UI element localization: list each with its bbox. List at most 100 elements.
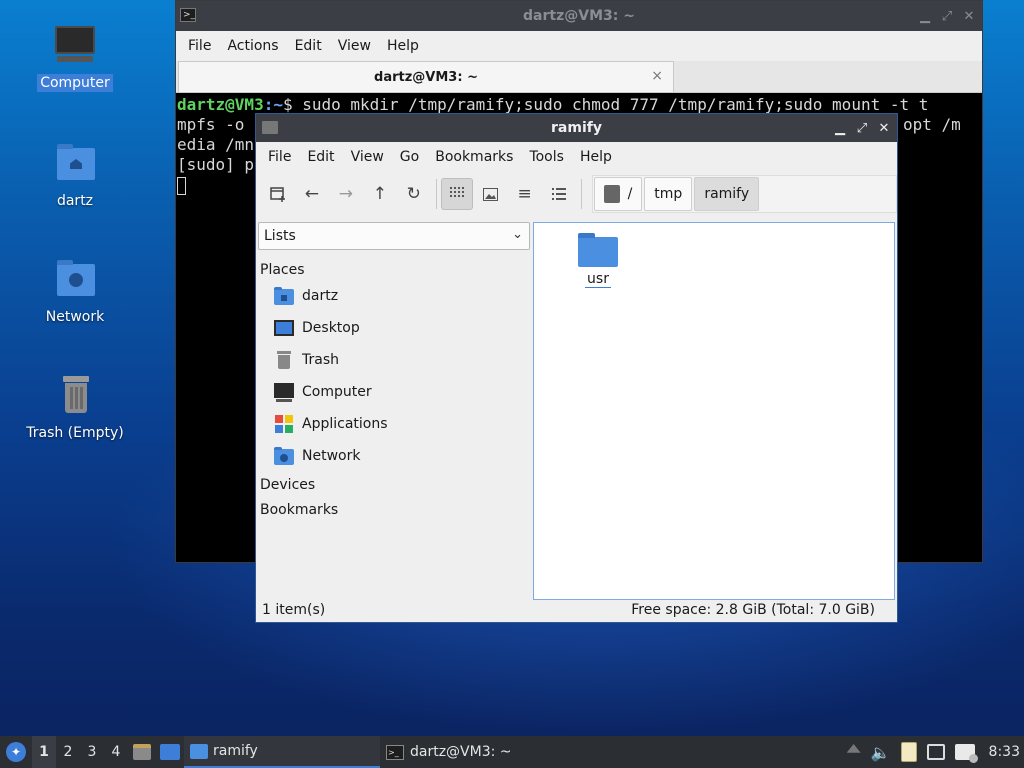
fm-titlebar[interactable]: ramify ▁ ⤢ ✕ bbox=[256, 114, 897, 142]
up-arrow-icon[interactable]: ↑ bbox=[364, 178, 396, 210]
icon-view-icon[interactable] bbox=[440, 178, 473, 210]
keyboard-icon[interactable] bbox=[926, 744, 945, 760]
minimize-button[interactable]: ▁ bbox=[918, 9, 932, 24]
desktop-icon-network[interactable]: Network bbox=[20, 256, 130, 326]
start-menu-button[interactable]: ✦ bbox=[0, 736, 32, 768]
computer-icon bbox=[51, 22, 99, 70]
sidebar-item-dartz[interactable]: dartz bbox=[258, 280, 530, 312]
menu-go[interactable]: Go bbox=[392, 149, 427, 165]
forward-arrow-icon[interactable]: → bbox=[330, 178, 362, 210]
workspace-1[interactable]: 1 bbox=[32, 736, 56, 768]
file-manager-icon bbox=[133, 744, 151, 760]
menu-edit[interactable]: Edit bbox=[287, 38, 330, 54]
clock[interactable]: 8:33 bbox=[989, 744, 1020, 760]
close-button[interactable]: ✕ bbox=[877, 121, 891, 136]
sidebar-item-trash[interactable]: Trash bbox=[258, 344, 530, 376]
network-folder-icon bbox=[51, 256, 99, 304]
path-crumb-tmp[interactable]: tmp bbox=[644, 177, 693, 211]
taskbar-task-terminal[interactable]: >_ dartz@VM3: ~ bbox=[380, 736, 576, 768]
chevron-down-icon: ⌄ bbox=[512, 227, 523, 242]
workspace-2[interactable]: 2 bbox=[56, 736, 80, 768]
sidebar-item-applications[interactable]: Applications bbox=[258, 408, 530, 440]
fm-sidebar: Lists ⌄ Places dartz Desktop Trash Compu… bbox=[258, 222, 530, 600]
desktop-icon-computer[interactable]: Computer bbox=[20, 22, 130, 92]
desktop-icon-label: dartz bbox=[56, 193, 94, 209]
sidebar-item-computer[interactable]: Computer bbox=[258, 376, 530, 408]
bookmarks-heading[interactable]: Bookmarks bbox=[258, 499, 530, 522]
folder-icon bbox=[578, 231, 618, 267]
maximize-button[interactable]: ⤢ bbox=[855, 121, 869, 136]
fm-statusbar: 1 item(s) Free space: 2.8 GiB (Total: 7.… bbox=[256, 598, 897, 622]
quicklaunch-file-manager[interactable] bbox=[128, 736, 156, 768]
menu-help[interactable]: Help bbox=[379, 38, 427, 54]
clipboard-icon[interactable] bbox=[900, 742, 917, 762]
menu-bookmarks[interactable]: Bookmarks bbox=[427, 149, 521, 165]
terminal-titlebar[interactable]: >_ dartz@VM3: ~ ▁ ⤢ ✕ bbox=[176, 1, 982, 31]
taskbar-task-ramify[interactable]: ramify bbox=[184, 736, 380, 768]
menu-view[interactable]: View bbox=[330, 38, 379, 54]
fm-menubar: File Edit View Go Bookmarks Tools Help bbox=[256, 142, 897, 172]
desktop-icon-home[interactable]: dartz bbox=[20, 140, 130, 210]
terminal-tabbar: dartz@VM3: ~ × bbox=[176, 61, 982, 93]
menu-help[interactable]: Help bbox=[572, 149, 620, 165]
computer-icon bbox=[274, 382, 294, 402]
status-item-count: 1 item(s) bbox=[262, 602, 326, 618]
menu-edit[interactable]: Edit bbox=[299, 149, 342, 165]
close-button[interactable]: ✕ bbox=[962, 9, 976, 24]
menu-view[interactable]: View bbox=[343, 149, 392, 165]
terminal-tab[interactable]: dartz@VM3: ~ × bbox=[178, 61, 674, 92]
path-crumb-root[interactable]: / bbox=[593, 177, 643, 211]
thumbnail-view-icon[interactable] bbox=[475, 178, 507, 210]
fm-toolbar: ← → ↑ ↻ ≡ / tmp ramify bbox=[256, 172, 898, 216]
menu-file[interactable]: File bbox=[180, 38, 219, 54]
file-manager-window[interactable]: ramify ▁ ⤢ ✕ File Edit View Go Bookmarks… bbox=[255, 113, 898, 623]
terminal-cursor bbox=[177, 176, 186, 195]
lxqt-logo-icon: ✦ bbox=[6, 742, 26, 762]
tab-close-icon[interactable]: × bbox=[651, 68, 663, 84]
desktop-icon bbox=[274, 318, 294, 338]
menu-tools[interactable]: Tools bbox=[521, 149, 572, 165]
status-free-space: Free space: 2.8 GiB (Total: 7.0 GiB) bbox=[631, 602, 875, 618]
maximize-button[interactable]: ⤢ bbox=[940, 9, 954, 24]
places-heading: Places bbox=[260, 262, 305, 278]
eject-icon[interactable] bbox=[846, 744, 861, 753]
toolbar-separator bbox=[435, 179, 437, 209]
terminal-tab-label: dartz@VM3: ~ bbox=[374, 69, 478, 85]
taskbar: ✦ 1 2 3 4 ramify >_ dartz@VM3: ~ 🔈 8:33 bbox=[0, 736, 1024, 768]
workspace-3[interactable]: 3 bbox=[80, 736, 104, 768]
system-tray: 🔈 8:33 bbox=[846, 742, 1024, 763]
quicklaunch-desktop[interactable] bbox=[156, 736, 184, 768]
file-name: usr bbox=[585, 271, 611, 288]
workspace-4[interactable]: 4 bbox=[104, 736, 128, 768]
sidebar-mode-select[interactable]: Lists ⌄ bbox=[258, 222, 530, 250]
menu-file[interactable]: File bbox=[260, 149, 299, 165]
folder-icon bbox=[190, 743, 208, 759]
home-folder-icon bbox=[274, 286, 294, 306]
drive-icon bbox=[603, 185, 620, 203]
terminal-icon: >_ bbox=[386, 744, 404, 760]
detailed-list-view-icon[interactable] bbox=[543, 178, 575, 210]
trash-icon bbox=[274, 350, 294, 370]
applications-icon bbox=[274, 414, 294, 434]
path-bar: / tmp ramify bbox=[591, 175, 898, 213]
new-tab-icon[interactable] bbox=[262, 178, 294, 210]
menu-actions[interactable]: Actions bbox=[219, 38, 286, 54]
reload-icon[interactable]: ↻ bbox=[398, 178, 430, 210]
path-crumb-ramify[interactable]: ramify bbox=[694, 177, 760, 211]
minimize-button[interactable]: ▁ bbox=[833, 121, 847, 136]
compact-view-icon[interactable]: ≡ bbox=[509, 178, 541, 210]
back-arrow-icon[interactable]: ← bbox=[296, 178, 328, 210]
desktop-icon-trash[interactable]: Trash (Empty) bbox=[20, 372, 130, 442]
file-item-usr[interactable]: usr bbox=[574, 231, 622, 288]
file-view[interactable]: usr bbox=[533, 222, 895, 600]
trash-icon bbox=[51, 372, 99, 420]
volume-icon[interactable]: 🔈 bbox=[871, 743, 891, 762]
sidebar-item-network[interactable]: Network bbox=[258, 440, 530, 472]
toolbar-separator bbox=[580, 179, 582, 209]
fm-title: ramify bbox=[551, 120, 602, 136]
terminal-menubar: File Actions Edit View Help bbox=[176, 31, 982, 61]
sidebar-item-desktop[interactable]: Desktop bbox=[258, 312, 530, 344]
network-status-icon[interactable] bbox=[954, 744, 978, 763]
devices-heading[interactable]: Devices bbox=[258, 474, 530, 497]
terminal-title: dartz@VM3: ~ bbox=[523, 8, 635, 24]
